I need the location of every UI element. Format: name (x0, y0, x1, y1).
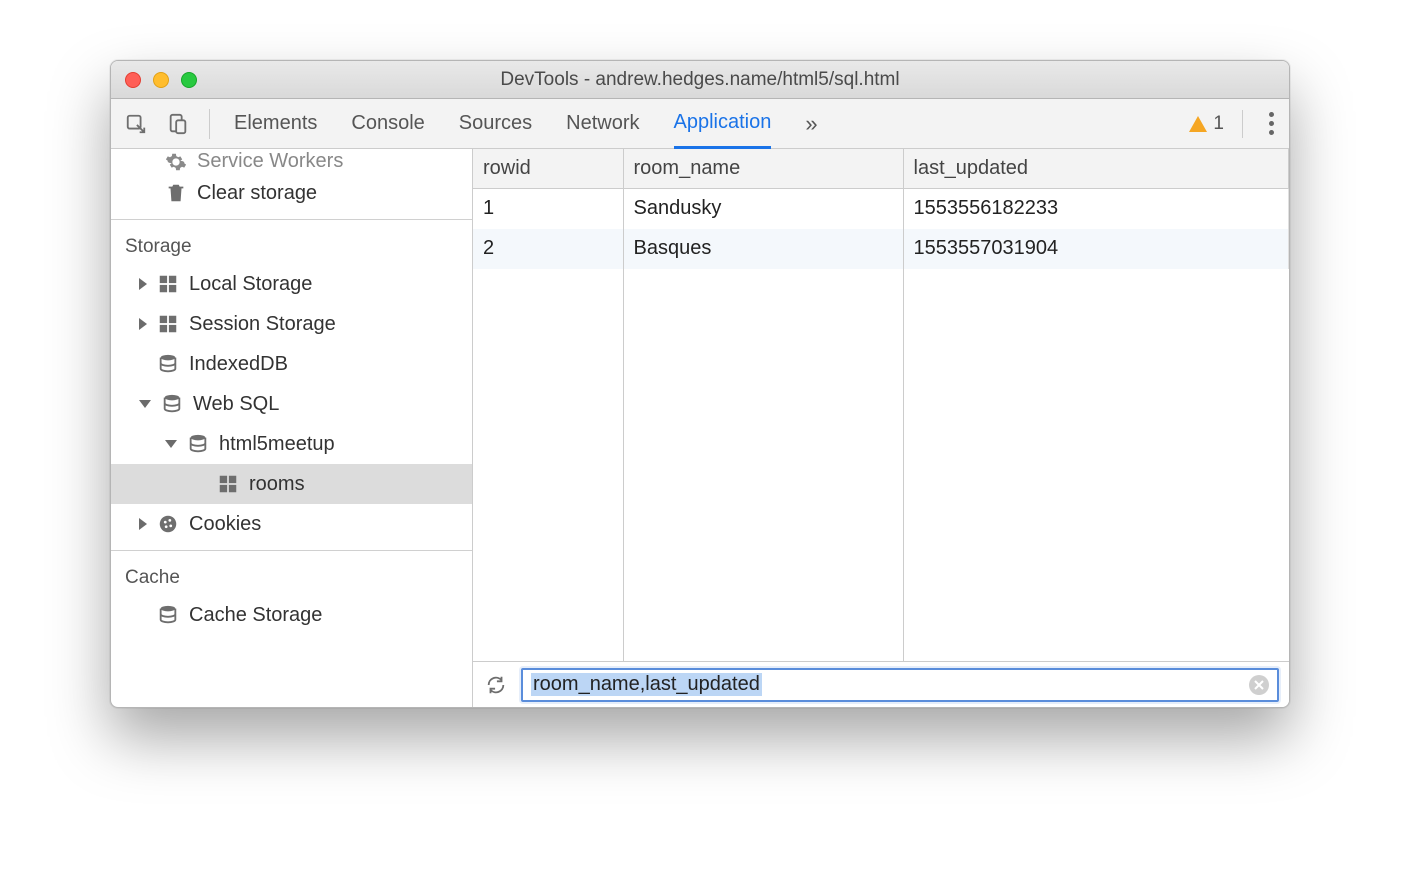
cell-room-name: Basques (623, 229, 903, 269)
sidebar-item-label: Local Storage (189, 273, 312, 296)
cell-room-name: Sandusky (623, 189, 903, 229)
application-sidebar: Service Workers Clear storage Storage Lo… (111, 149, 473, 707)
close-window-button[interactable] (125, 72, 141, 88)
sidebar-item-websql-db[interactable]: html5meetup (111, 424, 472, 464)
sidebar-item-websql[interactable]: Web SQL (111, 384, 472, 424)
database-icon (157, 604, 179, 626)
cell-rowid: 2 (473, 229, 623, 269)
window-title: DevTools - andrew.hedges.name/html5/sql.… (111, 69, 1289, 91)
database-icon (187, 433, 209, 455)
tab-application[interactable]: Application (674, 100, 772, 149)
grid-icon (217, 473, 239, 495)
traffic-lights (125, 72, 197, 88)
warning-count: 1 (1213, 113, 1224, 135)
main-panel: rowid room_name last_updated 1 Sandusky … (473, 149, 1289, 707)
cookie-icon (157, 513, 179, 535)
panel-tabs: Elements Console Sources Network Applica… (234, 99, 818, 148)
table-row[interactable]: 1 Sandusky 1553556182233 (473, 189, 1289, 229)
grid-icon (157, 273, 179, 295)
gear-icon (165, 151, 187, 173)
table-header-rowid[interactable]: rowid (473, 149, 623, 189)
sidebar-item-service-workers[interactable]: Service Workers (111, 149, 472, 173)
websql-table: rowid room_name last_updated 1 Sandusky … (473, 149, 1289, 269)
cell-last-updated: 1553557031904 (903, 229, 1289, 269)
titlebar: DevTools - andrew.hedges.name/html5/sql.… (111, 61, 1289, 99)
sidebar-item-cache-storage[interactable]: Cache Storage (111, 595, 472, 635)
warning-indicator[interactable]: 1 (1189, 113, 1224, 135)
refresh-button[interactable] (483, 672, 509, 698)
expand-arrow-icon (139, 518, 147, 530)
cell-last-updated: 1553556182233 (903, 189, 1289, 229)
sidebar-item-label: Clear storage (197, 182, 317, 205)
table-header-row: rowid room_name last_updated (473, 149, 1289, 189)
maximize-window-button[interactable] (181, 72, 197, 88)
expand-arrow-icon (139, 278, 147, 290)
tab-elements[interactable]: Elements (234, 99, 317, 148)
database-icon (157, 353, 179, 375)
tabs-overflow-icon[interactable]: » (805, 111, 817, 137)
devtools-toolbar: Elements Console Sources Network Applica… (111, 99, 1289, 149)
table-area: rowid room_name last_updated 1 Sandusky … (473, 149, 1289, 661)
warning-icon (1189, 116, 1207, 132)
sidebar-item-label: Cookies (189, 513, 261, 536)
table-header-last-updated[interactable]: last_updated (903, 149, 1289, 189)
collapse-arrow-icon (139, 400, 151, 408)
clear-input-button[interactable] (1249, 675, 1269, 695)
close-icon (1254, 680, 1264, 690)
inspect-icon[interactable] (119, 107, 153, 141)
table-row[interactable]: 2 Basques 1553557031904 (473, 229, 1289, 269)
trash-icon (165, 182, 187, 204)
refresh-icon (485, 674, 507, 696)
minimize-window-button[interactable] (153, 72, 169, 88)
tab-console[interactable]: Console (351, 99, 424, 148)
sidebar-item-label: Session Storage (189, 313, 336, 336)
tab-network[interactable]: Network (566, 99, 639, 148)
sidebar-heading-storage: Storage (111, 226, 472, 264)
device-toggle-icon[interactable] (161, 107, 195, 141)
sidebar-item-label: html5meetup (219, 433, 335, 456)
cell-rowid: 1 (473, 189, 623, 229)
sidebar-item-session-storage[interactable]: Session Storage (111, 304, 472, 344)
sql-console: room_name,last_updated (473, 661, 1289, 707)
expand-arrow-icon (139, 318, 147, 330)
sidebar-item-clear-storage[interactable]: Clear storage (111, 173, 472, 213)
settings-menu-button[interactable] (1261, 112, 1281, 135)
sidebar-item-label: IndexedDB (189, 353, 288, 376)
devtools-window: DevTools - andrew.hedges.name/html5/sql.… (110, 60, 1290, 708)
sidebar-item-label: Cache Storage (189, 604, 322, 627)
sidebar-item-local-storage[interactable]: Local Storage (111, 264, 472, 304)
sidebar-item-websql-table[interactable]: rooms (111, 464, 472, 504)
tab-sources[interactable]: Sources (459, 99, 532, 148)
toolbar-divider (209, 109, 210, 139)
sql-input-value: room_name,last_updated (531, 673, 762, 696)
sidebar-heading-cache: Cache (111, 557, 472, 595)
sql-input[interactable]: room_name,last_updated (521, 668, 1279, 702)
sidebar-item-label: rooms (249, 473, 305, 496)
grid-icon (157, 313, 179, 335)
panel-body: Service Workers Clear storage Storage Lo… (111, 149, 1289, 707)
table-header-room-name[interactable]: room_name (623, 149, 903, 189)
toolbar-divider (1242, 110, 1243, 138)
sidebar-item-indexeddb[interactable]: IndexedDB (111, 344, 472, 384)
sidebar-item-label: Web SQL (193, 393, 279, 416)
sidebar-item-label: Service Workers (197, 150, 343, 173)
collapse-arrow-icon (165, 440, 177, 448)
sidebar-item-cookies[interactable]: Cookies (111, 504, 472, 544)
database-icon (161, 393, 183, 415)
